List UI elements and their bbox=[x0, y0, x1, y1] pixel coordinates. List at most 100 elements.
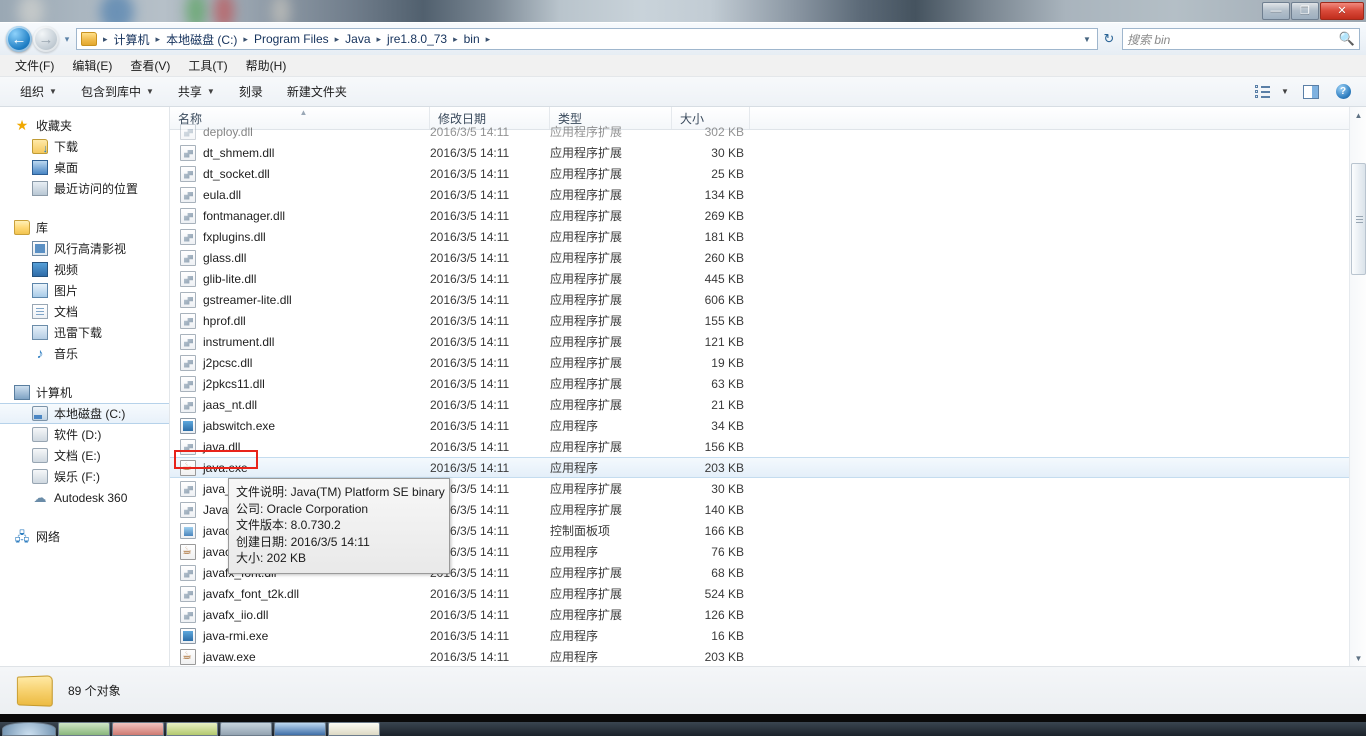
sidebar-item-thunder-download[interactable]: 迅雷下载 bbox=[0, 322, 169, 343]
taskbar-item[interactable] bbox=[112, 722, 164, 736]
taskbar-item[interactable] bbox=[58, 722, 110, 736]
table-row[interactable]: j2pkcs11.dll 2016/3/5 14:11 应用程序扩展 63 KB bbox=[170, 373, 1366, 394]
breadcrumb-item-0[interactable]: 计算机 bbox=[112, 30, 152, 49]
start-button[interactable] bbox=[2, 722, 56, 736]
file-name-cell[interactable]: jabswitch.exe bbox=[170, 417, 430, 434]
sidebar-item-local-disk-c[interactable]: 本地磁盘 (C:) bbox=[0, 403, 169, 424]
maximize-button[interactable]: ❐ bbox=[1291, 2, 1319, 20]
view-options-button[interactable] bbox=[1250, 84, 1276, 99]
table-row[interactable]: gstreamer-lite.dll 2016/3/5 14:11 应用程序扩展 60… bbox=[170, 289, 1366, 310]
table-row[interactable]: jabswitch.exe 2016/3/5 14:11 应用程序 34 KB bbox=[170, 415, 1366, 436]
file-name-cell[interactable]: gstreamer-lite.dll bbox=[170, 291, 430, 308]
breadcrumb-item-4[interactable]: jre1.8.0_73 bbox=[385, 31, 449, 47]
breadcrumb-item-5[interactable]: bin bbox=[462, 31, 482, 47]
sidebar-item-libraries[interactable]: 库 bbox=[0, 217, 169, 238]
sidebar-item-drive-f[interactable]: 娱乐 (F:) bbox=[0, 466, 169, 487]
file-name-cell[interactable]: jaas_nt.dll bbox=[170, 396, 430, 413]
address-dropdown-icon[interactable]: ▼ bbox=[1079, 35, 1095, 44]
include-in-library-button[interactable]: 包含到库中 ▼ bbox=[69, 80, 166, 103]
table-row[interactable]: javaw.exe 2016/3/5 14:11 应用程序 203 KB bbox=[170, 646, 1366, 667]
sidebar-item-favorites[interactable]: ★ 收藏夹 bbox=[0, 115, 169, 136]
menu-item-view[interactable]: 查看(V) bbox=[121, 55, 179, 76]
table-row[interactable]: jaas_nt.dll 2016/3/5 14:11 应用程序扩展 21 KB bbox=[170, 394, 1366, 415]
address-bar[interactable]: ▸ 计算机 ▸ 本地磁盘 (C:) ▸ Program Files ▸ Java… bbox=[76, 28, 1098, 50]
burn-button[interactable]: 刻录 bbox=[227, 80, 275, 103]
scroll-up-button[interactable]: ▲ bbox=[1350, 107, 1366, 124]
minimize-button[interactable]: — bbox=[1262, 2, 1290, 20]
sidebar-item-downloads[interactable]: 下载 bbox=[0, 136, 169, 157]
file-name-cell[interactable]: hprof.dll bbox=[170, 312, 430, 329]
table-row[interactable]: java.dll 2016/3/5 14:11 应用程序扩展 156 KB bbox=[170, 436, 1366, 457]
file-name-cell[interactable]: javafx_iio.dll bbox=[170, 606, 430, 623]
breadcrumb-item-2[interactable]: Program Files bbox=[252, 31, 331, 47]
scroll-down-button[interactable]: ▼ bbox=[1350, 650, 1366, 667]
sidebar-item-videos[interactable]: 视频 bbox=[0, 259, 169, 280]
menu-item-help[interactable]: 帮助(H) bbox=[237, 55, 296, 76]
file-name-cell[interactable]: java.exe bbox=[170, 459, 430, 476]
back-button[interactable]: ← bbox=[6, 26, 32, 52]
table-row[interactable]: dt_socket.dll 2016/3/5 14:11 应用程序扩展 25 KB bbox=[170, 163, 1366, 184]
table-row[interactable]: dt_shmem.dll 2016/3/5 14:11 应用程序扩展 30 KB bbox=[170, 142, 1366, 163]
taskbar-item[interactable] bbox=[274, 722, 326, 736]
vertical-scrollbar[interactable]: ▲ ▼ bbox=[1349, 107, 1366, 667]
sidebar-item-autodesk-360[interactable]: ☁ Autodesk 360 bbox=[0, 487, 169, 508]
organize-button[interactable]: 组织 ▼ bbox=[8, 80, 69, 103]
file-name-cell[interactable]: glass.dll bbox=[170, 249, 430, 266]
new-folder-button[interactable]: 新建文件夹 bbox=[275, 80, 359, 103]
breadcrumb-item-1[interactable]: 本地磁盘 (C:) bbox=[164, 30, 239, 49]
close-button[interactable]: ✕ bbox=[1320, 2, 1364, 20]
file-name-cell[interactable]: eula.dll bbox=[170, 186, 430, 203]
file-name-cell[interactable]: java.dll bbox=[170, 438, 430, 455]
breadcrumb-item-3[interactable]: Java bbox=[343, 31, 372, 47]
table-row[interactable]: java.exe 2016/3/5 14:11 应用程序 203 KB bbox=[170, 457, 1366, 478]
menu-item-edit[interactable]: 编辑(E) bbox=[63, 55, 121, 76]
forward-button[interactable]: → bbox=[33, 26, 59, 52]
sidebar-item-music[interactable]: ♪ 音乐 bbox=[0, 343, 169, 364]
sidebar-item-network[interactable]: 🖧 网络 bbox=[0, 526, 169, 547]
sidebar-item-recent-places[interactable]: 最近访问的位置 bbox=[0, 178, 169, 199]
file-name-cell[interactable]: java-rmi.exe bbox=[170, 627, 430, 644]
sidebar-item-documents[interactable]: 文档 bbox=[0, 301, 169, 322]
table-row[interactable]: eula.dll 2016/3/5 14:11 应用程序扩展 134 KB bbox=[170, 184, 1366, 205]
table-row[interactable]: glass.dll 2016/3/5 14:11 应用程序扩展 260 KB bbox=[170, 247, 1366, 268]
search-input[interactable]: 搜索 bin bbox=[1127, 31, 1339, 48]
file-name-cell[interactable]: j2pcsc.dll bbox=[170, 354, 430, 371]
table-row[interactable]: fontmanager.dll 2016/3/5 14:11 应用程序扩展 269 K… bbox=[170, 205, 1366, 226]
file-name-cell[interactable]: dt_shmem.dll bbox=[170, 144, 430, 161]
table-row[interactable]: javafx_font_t2k.dll 2016/3/5 14:11 应用程序扩展 5… bbox=[170, 583, 1366, 604]
sidebar-item-drive-e[interactable]: 文档 (E:) bbox=[0, 445, 169, 466]
file-name-cell[interactable]: deploy.dll bbox=[170, 123, 430, 140]
sidebar-item-desktop[interactable]: 桌面 bbox=[0, 157, 169, 178]
share-with-button[interactable]: 共享 ▼ bbox=[166, 80, 227, 103]
menu-item-tools[interactable]: 工具(T) bbox=[179, 55, 236, 76]
file-name-cell[interactable]: dt_socket.dll bbox=[170, 165, 430, 182]
table-row[interactable]: j2pcsc.dll 2016/3/5 14:11 应用程序扩展 19 KB bbox=[170, 352, 1366, 373]
search-box[interactable]: 搜索 bin 🔍 bbox=[1122, 28, 1360, 50]
taskbar-item[interactable] bbox=[220, 722, 272, 736]
table-row[interactable]: hprof.dll 2016/3/5 14:11 应用程序扩展 155 KB bbox=[170, 310, 1366, 331]
file-name-cell[interactable]: fontmanager.dll bbox=[170, 207, 430, 224]
file-name-cell[interactable]: glib-lite.dll bbox=[170, 270, 430, 287]
table-row[interactable]: javafx_iio.dll 2016/3/5 14:11 应用程序扩展 126 KB bbox=[170, 604, 1366, 625]
preview-pane-button[interactable] bbox=[1294, 84, 1328, 99]
recent-locations-caret-icon[interactable]: ▾ bbox=[60, 34, 74, 45]
taskbar-item[interactable] bbox=[166, 722, 218, 736]
help-button[interactable]: ? bbox=[1328, 84, 1358, 99]
file-name-cell[interactable]: javaw.exe bbox=[170, 648, 430, 665]
file-name-cell[interactable]: fxplugins.dll bbox=[170, 228, 430, 245]
sidebar-item-pictures[interactable]: 图片 bbox=[0, 280, 169, 301]
sidebar-item-media-library[interactable]: 风行高清影视 bbox=[0, 238, 169, 259]
table-row[interactable]: instrument.dll 2016/3/5 14:11 应用程序扩展 121 KB bbox=[170, 331, 1366, 352]
menu-item-file[interactable]: 文件(F) bbox=[6, 55, 63, 76]
table-row[interactable]: deploy.dll 2016/3/5 14:11 应用程序扩展 302 KB bbox=[170, 121, 1366, 142]
table-row[interactable]: fxplugins.dll 2016/3/5 14:11 应用程序扩展 181 KB bbox=[170, 226, 1366, 247]
file-name-cell[interactable]: instrument.dll bbox=[170, 333, 430, 350]
sidebar-item-drive-d[interactable]: 软件 (D:) bbox=[0, 424, 169, 445]
table-row[interactable]: glib-lite.dll 2016/3/5 14:11 应用程序扩展 445 KB bbox=[170, 268, 1366, 289]
scrollbar-thumb[interactable] bbox=[1351, 163, 1366, 275]
taskbar-item[interactable] bbox=[328, 722, 380, 736]
file-name-cell[interactable]: javafx_font_t2k.dll bbox=[170, 585, 430, 602]
sidebar-item-computer[interactable]: 计算机 bbox=[0, 382, 169, 403]
view-options-caret[interactable]: ▼ bbox=[1276, 87, 1294, 96]
refresh-button[interactable]: ↻ bbox=[1098, 31, 1120, 47]
